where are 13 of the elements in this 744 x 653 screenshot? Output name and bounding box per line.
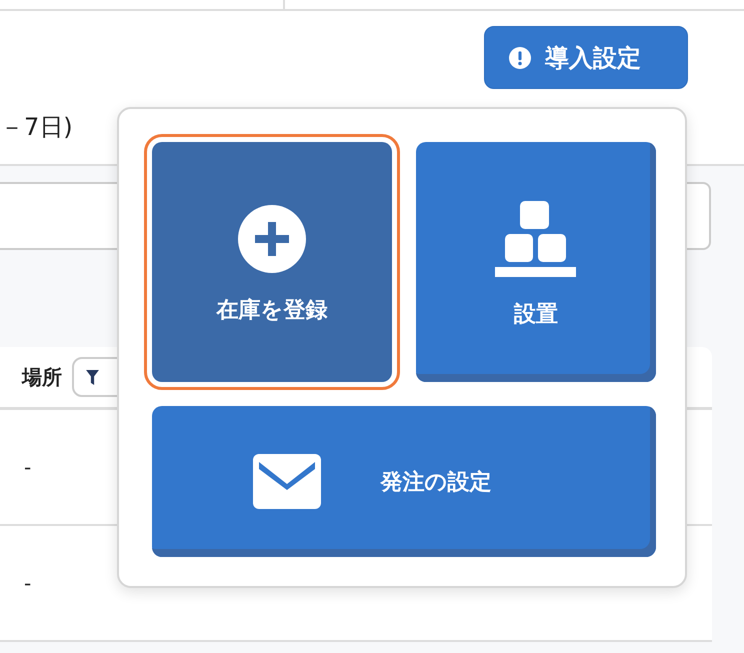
alert-icon <box>509 46 531 68</box>
setup-button[interactable]: 導入設定 <box>484 26 688 89</box>
menu-tile[interactable]: 在庫を登録 <box>152 142 392 382</box>
column-header: 場所 <box>22 364 62 390</box>
filter-icon <box>86 370 99 384</box>
period-label: －7日) <box>0 112 73 142</box>
menu-tile[interactable]: 設置 <box>416 142 656 382</box>
menu-tile[interactable]: 発注の設定 <box>152 406 656 557</box>
envelope-icon <box>252 454 320 509</box>
blocks-icon <box>495 200 577 276</box>
plus-icon <box>238 204 306 272</box>
table-cell: - <box>24 571 32 595</box>
table-cell: - <box>24 455 32 479</box>
